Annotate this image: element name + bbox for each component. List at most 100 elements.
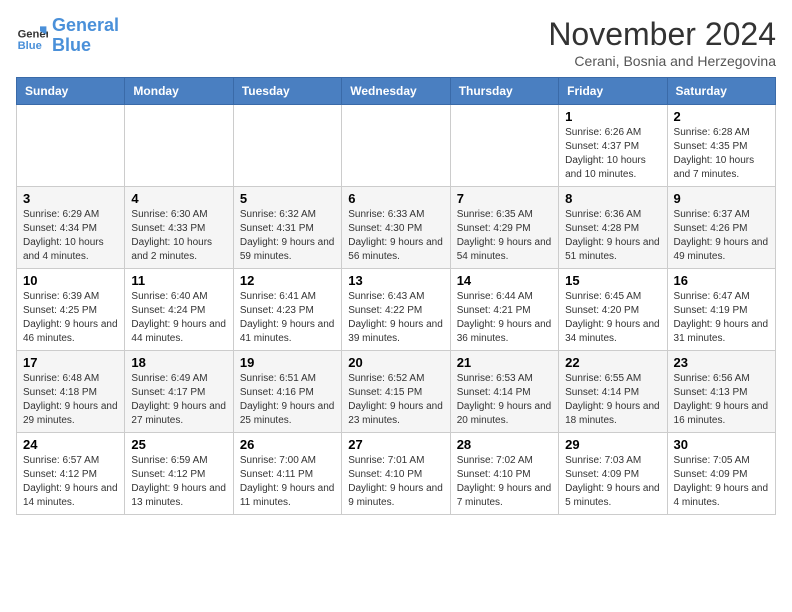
day-cell: 26Sunrise: 7:00 AM Sunset: 4:11 PM Dayli… — [233, 433, 341, 515]
week-row-3: 10 Sunrise: 6:39 AM Sunset: 4:25 PM Dayli… — [17, 269, 776, 351]
day-cell: 17 Sunrise: 6:48 AM Sunset: 4:18 PM Dayli… — [17, 351, 125, 433]
weekday-header-saturday: Saturday — [667, 78, 775, 105]
day-number: 29 — [565, 437, 660, 452]
day-number: 14 — [457, 273, 552, 288]
day-info: Sunrise: 6:37 AM Sunset: 4:26 PM Dayligh… — [674, 208, 769, 264]
day-cell: 21 Sunrise: 6:53 AM Sunset: 4:14 PM Dayli… — [450, 351, 558, 433]
day-info: Sunrise: 6:32 AM Sunset: 4:31 PM Dayligh… — [240, 208, 335, 264]
svg-text:Blue: Blue — [18, 40, 42, 52]
day-info: Sunrise: 6:28 AM Sunset: 4:35 PM Dayligh… — [674, 126, 769, 182]
day-cell: 13Sunrise: 6:43 AM Sunset: 4:22 PM Dayli… — [342, 269, 450, 351]
day-number: 18 — [131, 355, 226, 370]
day-number: 4 — [131, 191, 226, 206]
day-info: Sunrise: 6:36 AM Sunset: 4:28 PM Dayligh… — [565, 208, 660, 264]
day-cell: 25 Sunrise: 6:59 AM Sunset: 4:12 PM Dayli… — [125, 433, 233, 515]
week-row-1: 1Sunrise: 6:26 AM Sunset: 4:37 PM Daylig… — [17, 105, 776, 187]
week-row-2: 3 Sunrise: 6:29 AM Sunset: 4:34 PM Daylig… — [17, 187, 776, 269]
day-number: 30 — [674, 437, 769, 452]
day-number: 3 — [23, 191, 118, 206]
day-info: Sunrise: 6:30 AM Sunset: 4:33 PM Dayligh… — [131, 208, 226, 264]
day-number: 15 — [565, 273, 660, 288]
day-info: Sunrise: 6:49 AM Sunset: 4:17 PM Dayligh… — [131, 372, 226, 428]
weekday-header-friday: Friday — [559, 78, 667, 105]
day-cell: 4 Sunrise: 6:30 AM Sunset: 4:33 PM Daylig… — [125, 187, 233, 269]
weekday-header-wednesday: Wednesday — [342, 78, 450, 105]
day-cell: 14 Sunrise: 6:44 AM Sunset: 4:21 PM Dayli… — [450, 269, 558, 351]
day-number: 28 — [457, 437, 552, 452]
day-info: Sunrise: 6:51 AM Sunset: 4:16 PM Dayligh… — [240, 372, 335, 428]
logo-blue: Blue — [52, 35, 91, 55]
day-info: Sunrise: 7:02 AM Sunset: 4:10 PM Dayligh… — [457, 454, 552, 510]
calendar-table: SundayMondayTuesdayWednesdayThursdayFrid… — [16, 77, 776, 515]
month-title: November 2024 — [548, 16, 776, 53]
day-cell: 8 Sunrise: 6:36 AM Sunset: 4:28 PM Daylig… — [559, 187, 667, 269]
day-info: Sunrise: 6:26 AM Sunset: 4:37 PM Dayligh… — [565, 126, 660, 182]
day-cell: 10 Sunrise: 6:39 AM Sunset: 4:25 PM Dayli… — [17, 269, 125, 351]
day-cell: 19 Sunrise: 6:51 AM Sunset: 4:16 PM Dayli… — [233, 351, 341, 433]
day-cell: 22 Sunrise: 6:55 AM Sunset: 4:14 PM Dayli… — [559, 351, 667, 433]
day-cell: 1Sunrise: 6:26 AM Sunset: 4:37 PM Daylig… — [559, 105, 667, 187]
day-number: 22 — [565, 355, 660, 370]
day-cell — [17, 105, 125, 187]
day-number: 19 — [240, 355, 335, 370]
location-subtitle: Cerani, Bosnia and Herzegovina — [548, 53, 776, 69]
day-cell: 6 Sunrise: 6:33 AM Sunset: 4:30 PM Daylig… — [342, 187, 450, 269]
day-info: Sunrise: 6:48 AM Sunset: 4:18 PM Dayligh… — [23, 372, 118, 428]
logo-general: General — [52, 15, 119, 35]
day-cell: 30Sunrise: 7:05 AM Sunset: 4:09 PM Dayli… — [667, 433, 775, 515]
day-cell: 24 Sunrise: 6:57 AM Sunset: 4:12 PM Dayli… — [17, 433, 125, 515]
week-row-5: 24 Sunrise: 6:57 AM Sunset: 4:12 PM Dayli… — [17, 433, 776, 515]
day-number: 27 — [348, 437, 443, 452]
weekday-header-row: SundayMondayTuesdayWednesdayThursdayFrid… — [17, 78, 776, 105]
day-cell: 5 Sunrise: 6:32 AM Sunset: 4:31 PM Daylig… — [233, 187, 341, 269]
day-info: Sunrise: 6:56 AM Sunset: 4:13 PM Dayligh… — [674, 372, 769, 428]
day-info: Sunrise: 6:39 AM Sunset: 4:25 PM Dayligh… — [23, 290, 118, 346]
day-cell: 12Sunrise: 6:41 AM Sunset: 4:23 PM Dayli… — [233, 269, 341, 351]
day-number: 2 — [674, 109, 769, 124]
day-number: 10 — [23, 273, 118, 288]
day-number: 8 — [565, 191, 660, 206]
day-info: Sunrise: 7:03 AM Sunset: 4:09 PM Dayligh… — [565, 454, 660, 510]
day-number: 13 — [348, 273, 443, 288]
day-cell: 2 Sunrise: 6:28 AM Sunset: 4:35 PM Daylig… — [667, 105, 775, 187]
day-info: Sunrise: 6:53 AM Sunset: 4:14 PM Dayligh… — [457, 372, 552, 428]
day-cell: 3 Sunrise: 6:29 AM Sunset: 4:34 PM Daylig… — [17, 187, 125, 269]
day-cell: 15Sunrise: 6:45 AM Sunset: 4:20 PM Dayli… — [559, 269, 667, 351]
day-number: 5 — [240, 191, 335, 206]
day-cell: 20Sunrise: 6:52 AM Sunset: 4:15 PM Dayli… — [342, 351, 450, 433]
day-info: Sunrise: 6:59 AM Sunset: 4:12 PM Dayligh… — [131, 454, 226, 510]
day-number: 25 — [131, 437, 226, 452]
day-number: 17 — [23, 355, 118, 370]
day-info: Sunrise: 6:55 AM Sunset: 4:14 PM Dayligh… — [565, 372, 660, 428]
day-info: Sunrise: 6:33 AM Sunset: 4:30 PM Dayligh… — [348, 208, 443, 264]
day-number: 9 — [674, 191, 769, 206]
day-number: 21 — [457, 355, 552, 370]
weekday-header-sunday: Sunday — [17, 78, 125, 105]
day-cell — [125, 105, 233, 187]
day-cell: 28 Sunrise: 7:02 AM Sunset: 4:10 PM Dayli… — [450, 433, 558, 515]
day-info: Sunrise: 6:29 AM Sunset: 4:34 PM Dayligh… — [23, 208, 118, 264]
day-cell: 11Sunrise: 6:40 AM Sunset: 4:24 PM Dayli… — [125, 269, 233, 351]
day-info: Sunrise: 7:00 AM Sunset: 4:11 PM Dayligh… — [240, 454, 335, 510]
day-cell — [233, 105, 341, 187]
day-info: Sunrise: 6:47 AM Sunset: 4:19 PM Dayligh… — [674, 290, 769, 346]
day-number: 24 — [23, 437, 118, 452]
title-area: November 2024 Cerani, Bosnia and Herzego… — [548, 16, 776, 69]
day-info: Sunrise: 6:57 AM Sunset: 4:12 PM Dayligh… — [23, 454, 118, 510]
day-info: Sunrise: 6:44 AM Sunset: 4:21 PM Dayligh… — [457, 290, 552, 346]
day-number: 12 — [240, 273, 335, 288]
logo: General Blue General Blue — [16, 16, 119, 56]
day-info: Sunrise: 7:01 AM Sunset: 4:10 PM Dayligh… — [348, 454, 443, 510]
day-number: 20 — [348, 355, 443, 370]
day-number: 11 — [131, 273, 226, 288]
day-cell: 16Sunrise: 6:47 AM Sunset: 4:19 PM Dayli… — [667, 269, 775, 351]
day-number: 6 — [348, 191, 443, 206]
logo-icon: General Blue — [16, 20, 48, 52]
weekday-header-tuesday: Tuesday — [233, 78, 341, 105]
day-number: 7 — [457, 191, 552, 206]
day-cell: 9 Sunrise: 6:37 AM Sunset: 4:26 PM Daylig… — [667, 187, 775, 269]
logo-text: General Blue — [52, 16, 119, 56]
day-cell: 27 Sunrise: 7:01 AM Sunset: 4:10 PM Dayli… — [342, 433, 450, 515]
weekday-header-monday: Monday — [125, 78, 233, 105]
day-cell — [342, 105, 450, 187]
